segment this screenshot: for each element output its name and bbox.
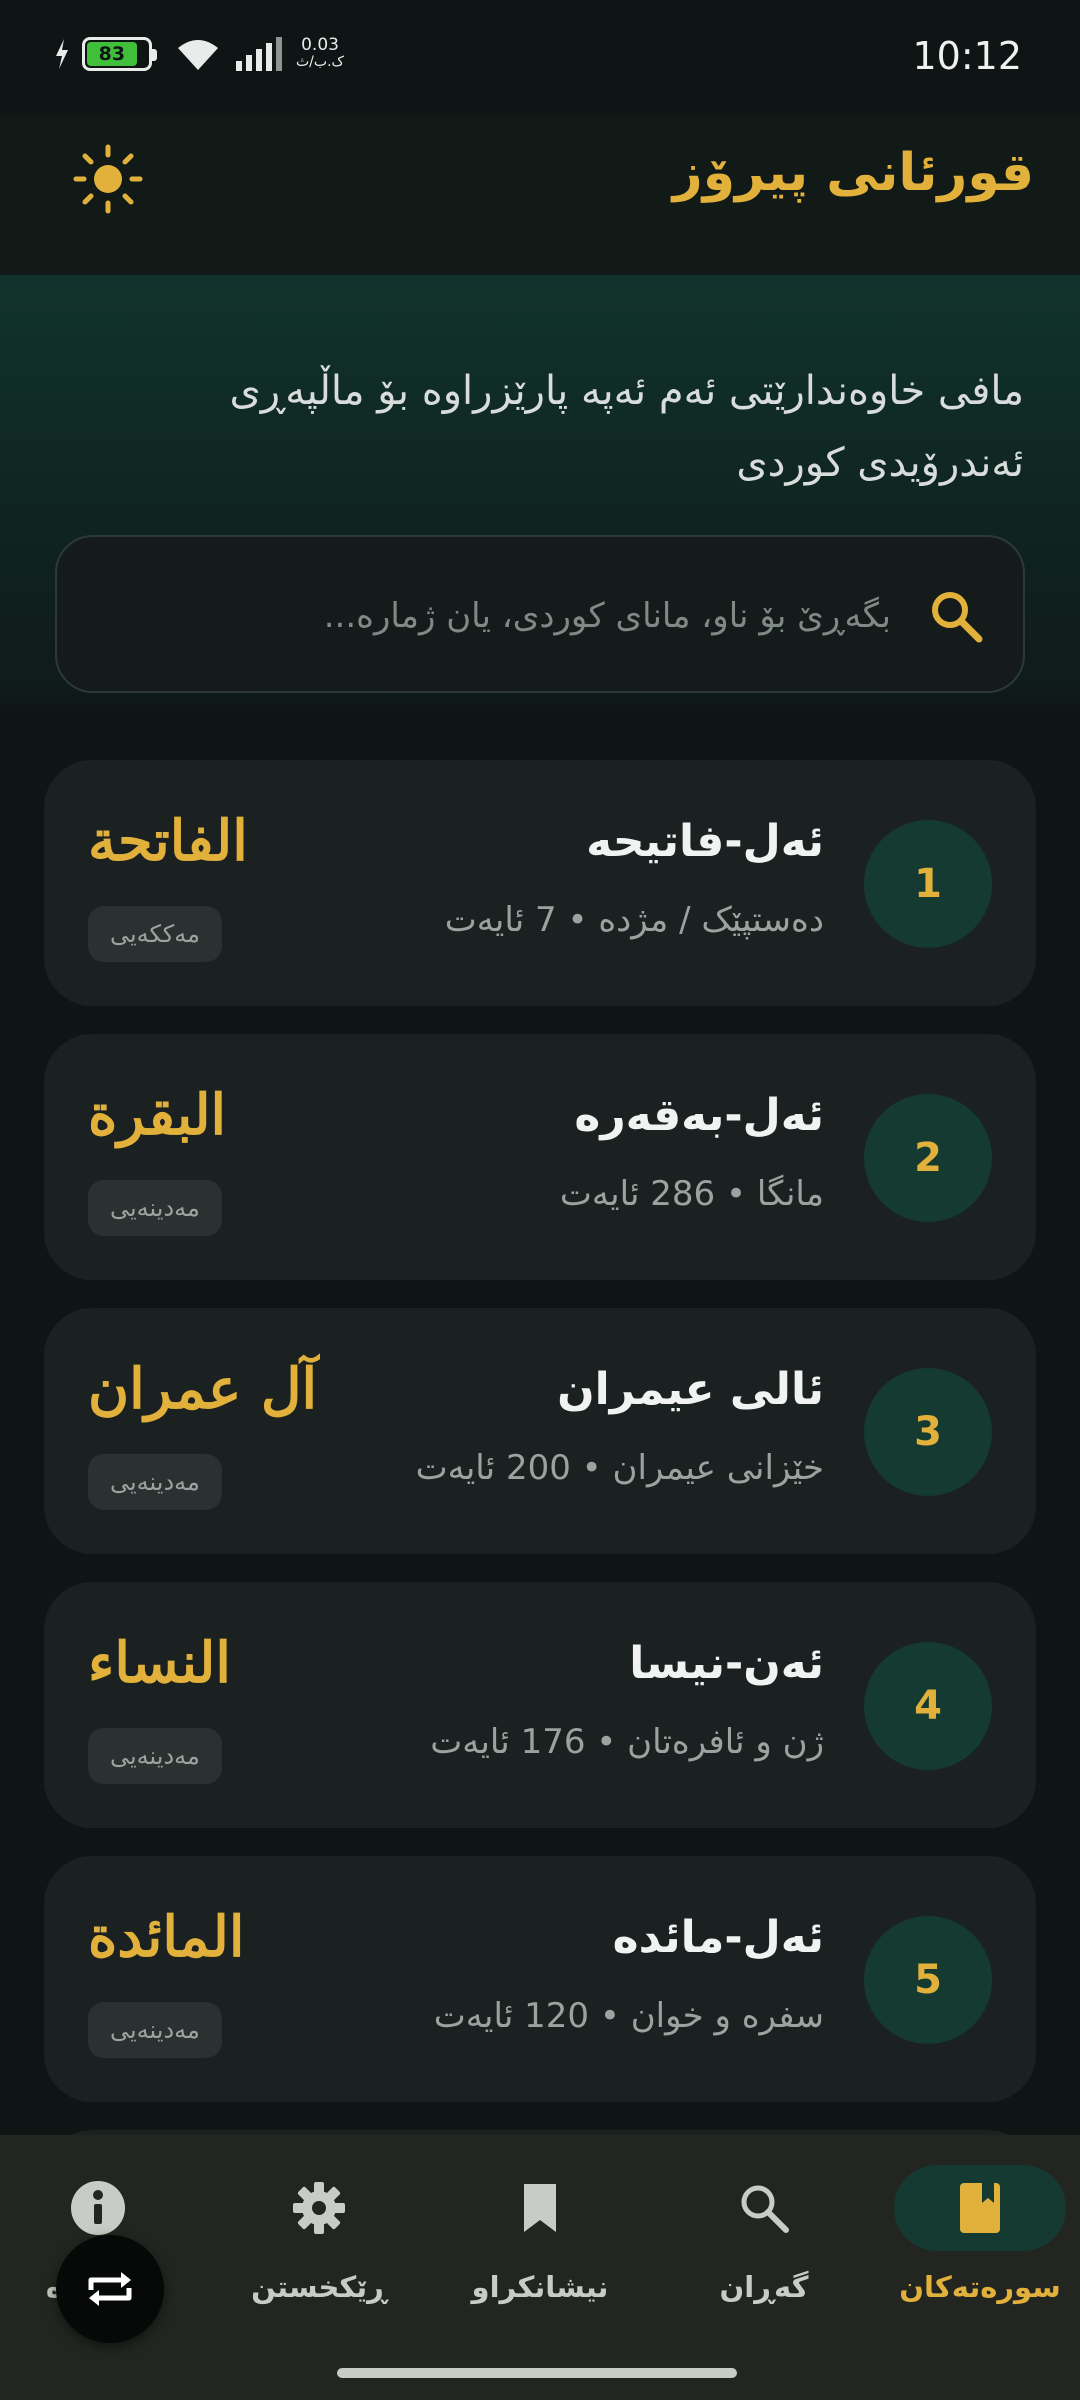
nav-bookmarks[interactable]: نیشانکراو bbox=[432, 2135, 648, 2355]
revelation-badge: مەککەیی bbox=[88, 906, 222, 962]
copyright-notice: مافی خاوەندارێتی ئەم ئەپە پارێزراوە بۆ م… bbox=[229, 368, 1024, 486]
status-bar: 83 0.03 ک.ب/ث 10:12 bbox=[0, 0, 1080, 115]
surah-card[interactable]: 2 ئەل-بەقەرە مانگا • 286 ئایەت البقرة مە… bbox=[44, 1034, 1036, 1280]
nav-icon-wrap bbox=[678, 2165, 850, 2251]
surah-name: ئەل-مائدە bbox=[612, 1912, 824, 1963]
battery-icon: 83 bbox=[82, 37, 157, 71]
surah-name: ئالی عیمران bbox=[557, 1364, 824, 1415]
header-section: مافی خاوەندارێتی ئەم ئەپە پارێزراوە بۆ م… bbox=[0, 275, 1080, 705]
theme-toggle-button[interactable] bbox=[72, 143, 144, 215]
surah-name: ئەل-بەقەرە bbox=[574, 1090, 824, 1141]
gear-icon bbox=[293, 2182, 345, 2234]
surah-card[interactable]: 3 ئالی عیمران خێزانی عیمران • 200 ئایەت … bbox=[44, 1308, 1036, 1554]
surah-arabic-name: النساء bbox=[88, 1630, 231, 1696]
surah-arabic-name: الفاتحة bbox=[88, 808, 248, 874]
book-icon bbox=[960, 2183, 1000, 2233]
bottom-nav: سورەتەکان گەڕان نیشانکراو ڕێکخستن bbox=[0, 2135, 1080, 2400]
search-box[interactable] bbox=[55, 535, 1025, 693]
revelation-badge: مەدینەیی bbox=[88, 1180, 222, 1236]
app-bar: قورئانی پیرۆز bbox=[0, 115, 1080, 275]
surah-arabic-name: المائدة bbox=[88, 1904, 245, 1970]
surah-card[interactable]: 1 ئەل-فاتیحە دەستپێک / مژدە • 7 ئایەت ال… bbox=[44, 760, 1036, 1006]
battery-level: 83 bbox=[87, 42, 137, 66]
net-speed: 0.03 ک.ب/ث bbox=[296, 37, 344, 71]
surah-number: 4 bbox=[864, 1642, 992, 1770]
nav-search[interactable]: گەڕان bbox=[656, 2135, 872, 2355]
net-speed-unit: ک.ب/ث bbox=[296, 54, 345, 70]
sun-icon bbox=[73, 144, 143, 214]
nav-label: ڕێکخستن bbox=[251, 2270, 387, 2304]
nav-settings[interactable]: ڕێکخستن bbox=[211, 2135, 427, 2355]
revelation-badge: مەدینەیی bbox=[88, 1454, 222, 1510]
info-icon bbox=[71, 2181, 125, 2235]
nav-icon-wrap bbox=[233, 2165, 405, 2251]
nav-label: نیشانکراو bbox=[471, 2270, 609, 2304]
status-icons: 83 0.03 ک.ب/ث bbox=[54, 36, 344, 72]
surah-number: 2 bbox=[864, 1094, 992, 1222]
repeat-icon bbox=[88, 2272, 132, 2306]
surah-number: 1 bbox=[864, 820, 992, 948]
surah-meta: مانگا • 286 ئایەت bbox=[559, 1174, 824, 1214]
surah-meta: دەستپێک / مژدە • 7 ئایەت bbox=[444, 900, 824, 940]
search-input[interactable] bbox=[193, 577, 893, 655]
surah-number: 5 bbox=[864, 1916, 992, 2044]
nav-label: سورەتەکان bbox=[899, 2270, 1061, 2304]
app-title: قورئانی پیرۆز bbox=[672, 143, 1034, 203]
revelation-badge: مەدینەیی bbox=[88, 1728, 222, 1784]
charging-icon bbox=[56, 39, 68, 69]
nav-label: گەڕان bbox=[719, 2270, 809, 2304]
surah-name: ئەن-نیسا bbox=[629, 1638, 824, 1689]
search-icon bbox=[932, 592, 983, 643]
net-speed-value: 0.03 bbox=[301, 35, 339, 55]
surah-name: ئەل-فاتیحە bbox=[586, 816, 824, 867]
bookmark-icon bbox=[524, 2184, 556, 2232]
nav-icon-wrap bbox=[894, 2165, 1066, 2251]
wifi-icon bbox=[178, 40, 218, 70]
nav-surahs[interactable]: سورەتەکان bbox=[872, 2135, 1080, 2355]
surah-meta: خێزانی عیمران • 200 ئایەت bbox=[415, 1448, 824, 1488]
surah-meta: ژن و ئافرەتان • 176 ئایەت bbox=[430, 1722, 824, 1762]
search-icon bbox=[741, 2185, 789, 2233]
surah-meta: سفرە و خوان • 120 ئایەت bbox=[433, 1996, 824, 2036]
signal-icon bbox=[236, 37, 282, 71]
surah-arabic-name: آل عمران bbox=[88, 1356, 318, 1422]
surah-number: 3 bbox=[864, 1368, 992, 1496]
repeat-fab-button[interactable] bbox=[56, 2235, 164, 2343]
surah-card[interactable]: 4 ئەن-نیسا ژن و ئافرەتان • 176 ئایەت الن… bbox=[44, 1582, 1036, 1828]
clock: 10:12 bbox=[912, 34, 1022, 78]
surah-arabic-name: البقرة bbox=[88, 1082, 227, 1148]
nav-icon-wrap bbox=[454, 2165, 626, 2251]
screen: 83 0.03 ک.ب/ث 10:12 قورئانی پیرۆز مافی خ… bbox=[0, 0, 1080, 2400]
surah-card[interactable]: 5 ئەل-مائدە سفرە و خوان • 120 ئایەت الما… bbox=[44, 1856, 1036, 2102]
home-indicator[interactable] bbox=[337, 2368, 737, 2378]
revelation-badge: مەدینەیی bbox=[88, 2002, 222, 2058]
